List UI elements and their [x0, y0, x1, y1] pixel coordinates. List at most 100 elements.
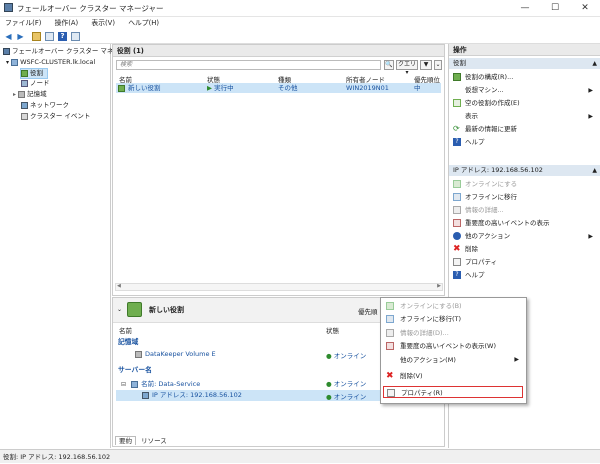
collapse-section-icon[interactable]: ▲: [592, 58, 597, 69]
running-icon: ▶: [207, 84, 212, 92]
minimize-button[interactable]: —: [510, 0, 540, 16]
ctx-properties[interactable]: プロパティ(R): [383, 386, 523, 398]
ctx-critical-events[interactable]: 重要度の高いイベントの表示(W): [383, 340, 523, 352]
disk-icon: [135, 350, 142, 358]
horizontal-scrollbar[interactable]: ◀ ▶: [115, 283, 443, 291]
close-button[interactable]: ✕: [570, 0, 600, 16]
state-online: ● オンライン: [326, 380, 367, 388]
tab-summary[interactable]: 要約: [115, 436, 136, 445]
online-icon: ●: [326, 352, 332, 360]
tree-cluster[interactable]: ▾ WSFC-CLUSTER.lk.local: [6, 58, 95, 67]
cluster-manager-icon: [3, 47, 10, 55]
role-large-icon: [127, 302, 142, 317]
collapse-detail-icon[interactable]: ⌄: [117, 306, 122, 313]
action-pane-icon[interactable]: [71, 32, 80, 41]
console-tree-icon[interactable]: [45, 32, 54, 41]
tab-resources[interactable]: リソース: [138, 437, 170, 445]
action-more-actions[interactable]: 他のアクション ▶: [453, 231, 597, 242]
submenu-arrow-icon: ▶: [588, 87, 593, 94]
offline-action-icon: [386, 315, 394, 323]
ctx-more-info[interactable]: 情報の詳細(D)...: [383, 327, 523, 339]
maximize-button[interactable]: ☐: [540, 0, 570, 16]
action-more-info[interactable]: 情報の詳細...: [453, 205, 504, 216]
app-icon: [4, 3, 13, 12]
properties-icon: [387, 389, 395, 397]
menu-action[interactable]: 操作(A): [55, 17, 79, 29]
action-bring-online[interactable]: オンラインにする: [453, 179, 517, 190]
detail-col-name[interactable]: 名前: [119, 325, 132, 335]
table-row[interactable]: 新しい役割 ▶ 実行中 その他 WIN2019N01 中: [116, 83, 441, 93]
blank-icon: [453, 112, 461, 120]
search-icon[interactable]: 🔍: [384, 60, 394, 70]
tree-item-network[interactable]: ネットワーク: [21, 101, 69, 110]
action-empty-role[interactable]: 空の役割の作成(E): [453, 98, 520, 109]
online-icon: ●: [326, 393, 332, 401]
blank-icon: [453, 86, 461, 94]
submenu-arrow-icon: ▶: [588, 233, 593, 240]
action-configure-role[interactable]: 役割の構成(R)...: [453, 72, 513, 83]
ctx-bring-online[interactable]: オンラインにする(B): [383, 300, 523, 312]
roles-icon: [21, 69, 28, 77]
row-state: ▶ 実行中: [207, 84, 234, 92]
detail-col-state[interactable]: 状態: [326, 325, 339, 335]
back-icon[interactable]: ◀: [4, 32, 13, 41]
menu-file[interactable]: ファイル(F): [5, 17, 41, 29]
forward-icon[interactable]: ▶: [16, 32, 25, 41]
menu-help[interactable]: ヘルプ(H): [128, 17, 159, 29]
collapse-section-icon[interactable]: ▲: [592, 165, 597, 176]
help-icon[interactable]: ?: [58, 32, 67, 41]
group-server-name: サーバー名: [118, 366, 152, 374]
expand-icon[interactable]: ▸: [13, 91, 16, 98]
action-properties[interactable]: プロパティ: [453, 257, 497, 268]
scroll-right-icon[interactable]: ▶: [437, 283, 441, 289]
console-tree: フェールオーバー クラスター マネージャー ▾ WSFC-CLUSTER.lk.…: [0, 44, 139, 448]
tree-item-storage[interactable]: ▸ 記憶域: [13, 90, 47, 99]
roles-header: 役割 (1): [113, 45, 444, 57]
list-item[interactable]: ⊟ 名前: Data-Service: [121, 378, 200, 388]
query-button[interactable]: クエリ ▾: [396, 60, 418, 76]
server-name-icon: [131, 380, 139, 388]
help-icon: ?: [453, 138, 461, 146]
action-delete[interactable]: ✖ 削除: [453, 244, 478, 255]
search-input[interactable]: 検索: [116, 60, 381, 70]
state-online: ● オンライン: [326, 393, 367, 401]
action-refresh[interactable]: ⟳ 最新の情報に更新: [453, 124, 517, 135]
detail-priority: 優先順: [358, 308, 378, 316]
actions-section-roles[interactable]: 役割 ▲: [449, 58, 600, 69]
save-query-icon[interactable]: ▼: [420, 60, 432, 70]
ctx-more-actions[interactable]: 他のアクション(M) ▶: [383, 354, 523, 366]
collapse-icon[interactable]: ▾: [6, 59, 9, 66]
ctx-delete[interactable]: ✖ 削除(V): [383, 370, 523, 382]
context-menu: オンラインにする(B) オフラインに移行(T) 情報の詳細(D)... 重要度の…: [380, 297, 527, 404]
list-item[interactable]: DataKeeper Volume E: [135, 350, 216, 358]
tree-item-nodes[interactable]: ノード: [21, 79, 50, 88]
row-priority: 中: [414, 84, 421, 92]
ctx-take-offline[interactable]: オフラインに移行(T): [383, 313, 523, 325]
folder-icon[interactable]: [32, 32, 41, 41]
state-online: ● オンライン: [326, 352, 367, 360]
storage-icon: [18, 90, 26, 98]
row-name: 新しい役割: [118, 83, 161, 93]
actions-section-ip[interactable]: IP アドレス: 192.168.56.102 ▲: [449, 165, 600, 176]
window-title: フェールオーバー クラスター マネージャー: [17, 4, 164, 13]
expand-search-icon[interactable]: ⌄: [434, 60, 442, 70]
online-icon: ●: [326, 380, 332, 388]
properties-icon: [453, 258, 461, 266]
role-icon: [118, 84, 125, 92]
action-help[interactable]: ? ヘルプ: [453, 137, 485, 148]
action-virtual-machine[interactable]: 仮想マシン... ▶: [453, 85, 597, 96]
blank-icon: [386, 356, 394, 364]
detail-tabs: 要約 リソース: [115, 436, 170, 446]
action-take-offline[interactable]: オフラインに移行: [453, 192, 517, 203]
tree-item-roles[interactable]: 役割: [20, 68, 48, 79]
online-action-icon: [453, 180, 461, 188]
tree-item-events[interactable]: クラスター イベント: [21, 112, 90, 121]
action-critical-events[interactable]: 重要度の高いイベントの表示: [453, 218, 550, 229]
action-help-2[interactable]: ? ヘルプ: [453, 270, 485, 281]
collapse-icon[interactable]: ⊟: [121, 381, 126, 388]
nodes-icon: [21, 79, 28, 87]
action-view[interactable]: 表示 ▶: [453, 111, 597, 122]
refresh-icon: ⟳: [453, 124, 460, 133]
menu-view[interactable]: 表示(V): [91, 17, 115, 29]
scroll-left-icon[interactable]: ◀: [117, 283, 121, 289]
